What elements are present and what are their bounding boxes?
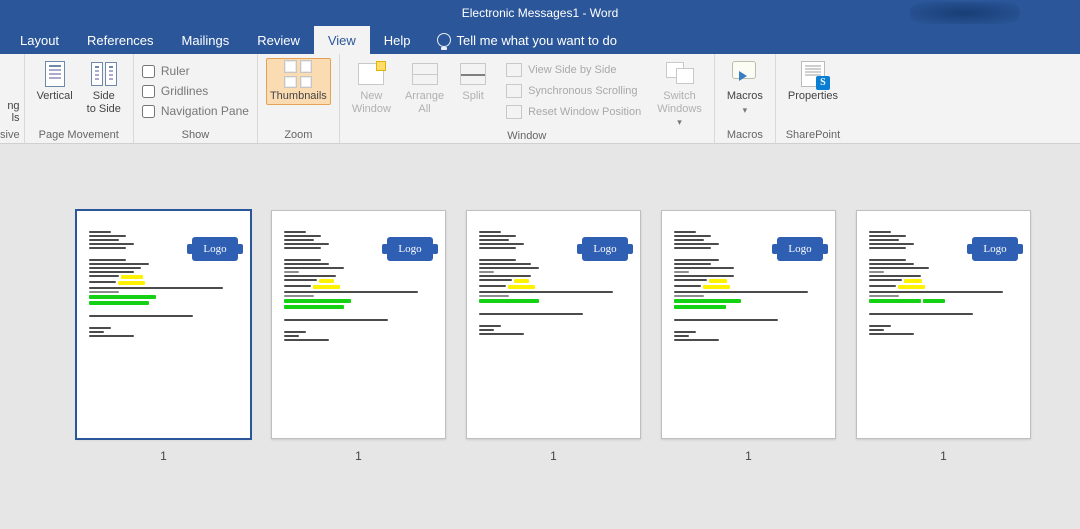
truncated-group-label: sive — [0, 129, 20, 143]
reset-pos-icon — [506, 105, 522, 119]
document-title: Electronic Messages1 - Word — [462, 6, 619, 20]
split-label: Split — [462, 90, 483, 103]
logo-badge: Logo — [777, 237, 823, 261]
truncated-text-1: ng — [7, 100, 19, 112]
ribbon-group-macros: Macros ▾ Macros — [715, 54, 776, 143]
side-to-side-button[interactable]: Side to Side — [83, 58, 125, 117]
ribbon-group-show: Ruler Gridlines Navigation Pane Show — [134, 54, 258, 143]
thumbnail-col-4: Logo 1 — [661, 210, 836, 463]
logo-badge: Logo — [192, 237, 238, 261]
thumbnails-label: Thumbnails — [270, 90, 327, 103]
macros-group-label: Macros — [723, 129, 767, 143]
vertical-label: Vertical — [37, 90, 73, 103]
navpane-check-input[interactable] — [142, 105, 155, 118]
tell-me-search[interactable]: Tell me what you want to do — [425, 26, 617, 54]
side-to-side-label: Side to Side — [87, 90, 121, 115]
split-button[interactable]: Split — [454, 58, 492, 105]
sync-scroll-label: Synchronous Scrolling — [528, 85, 637, 97]
ribbon: ng ls sive Vertical Side to Side Page Mo… — [0, 54, 1080, 144]
vertical-button[interactable]: Vertical — [33, 58, 77, 105]
show-group-label: Show — [142, 129, 249, 143]
thumbnails-icon — [284, 60, 312, 88]
arrange-all-icon — [411, 60, 439, 88]
ruler-label: Ruler — [161, 64, 190, 78]
ruler-check-input[interactable] — [142, 65, 155, 78]
side-by-side-icon — [506, 63, 522, 77]
thumbnail-strip: Logo 1 Logo — [0, 144, 1080, 463]
logo-badge: Logo — [972, 237, 1018, 261]
tab-references[interactable]: References — [73, 26, 167, 54]
gridlines-check-input[interactable] — [142, 85, 155, 98]
reset-window-pos-button: Reset Window Position — [504, 103, 643, 121]
titlebar-smudge — [910, 2, 1020, 24]
side-to-side-icon — [90, 60, 118, 88]
ruler-checkbox[interactable]: Ruler — [142, 62, 190, 80]
page-number-5: 1 — [940, 449, 947, 463]
arrange-all-button[interactable]: Arrange All — [401, 58, 448, 117]
properties-label: Properties — [788, 90, 838, 103]
page-thumbnail-3[interactable]: Logo — [466, 210, 641, 439]
page-number-1: 1 — [160, 449, 167, 463]
macros-button[interactable]: Macros ▾ — [723, 58, 767, 117]
page-thumbnail-2[interactable]: Logo — [271, 210, 446, 439]
zoom-group-label: Zoom — [266, 129, 331, 143]
lightbulb-icon — [437, 33, 451, 47]
tab-view[interactable]: View — [314, 26, 370, 54]
page-number-2: 1 — [355, 449, 362, 463]
new-window-icon — [357, 60, 385, 88]
truncated-text-2: ls — [12, 112, 20, 124]
page-thumbnail-4[interactable]: Logo — [661, 210, 836, 439]
navpane-checkbox[interactable]: Navigation Pane — [142, 102, 249, 120]
macros-icon — [731, 60, 759, 88]
thumbnail-col-5: Logo 1 — [856, 210, 1031, 463]
switch-windows-button[interactable]: Switch Windows ▾ — [653, 58, 706, 130]
gridlines-checkbox[interactable]: Gridlines — [142, 82, 208, 100]
switch-windows-icon — [666, 60, 694, 88]
properties-button[interactable]: Properties — [784, 58, 842, 105]
gridlines-label: Gridlines — [161, 84, 208, 98]
tab-review[interactable]: Review — [243, 26, 314, 54]
ribbon-group-truncated: ng ls sive — [0, 54, 25, 143]
thumbnail-col-1: Logo 1 — [76, 210, 251, 463]
page-number-3: 1 — [550, 449, 557, 463]
chevron-down-icon: ▾ — [743, 105, 748, 115]
split-icon — [459, 60, 487, 88]
thumbnail-col-2: Logo 1 — [271, 210, 446, 463]
tab-layout[interactable]: Layout — [6, 26, 73, 54]
vertical-icon — [41, 60, 69, 88]
navpane-label: Navigation Pane — [161, 104, 249, 118]
chevron-down-icon: ▾ — [677, 117, 682, 127]
thumbnails-button[interactable]: Thumbnails — [266, 58, 331, 105]
switch-windows-label: Switch Windows — [657, 90, 702, 115]
page-thumbnail-1[interactable]: Logo — [76, 210, 251, 439]
title-bar: Electronic Messages1 - Word — [0, 0, 1080, 26]
logo-badge: Logo — [582, 237, 628, 261]
arrange-all-label: Arrange All — [405, 90, 444, 115]
window-group-label: Window — [348, 130, 706, 144]
thumbnail-canvas[interactable]: Logo 1 Logo — [0, 144, 1080, 529]
new-window-label: New Window — [352, 90, 391, 115]
page-number-4: 1 — [745, 449, 752, 463]
side-by-side-label: View Side by Side — [528, 64, 616, 76]
thumbnail-col-3: Logo 1 — [466, 210, 641, 463]
tell-me-placeholder: Tell me what you want to do — [457, 33, 617, 48]
ribbon-group-zoom: Thumbnails Zoom — [258, 54, 340, 143]
ribbon-tabs: Layout References Mailings Review View H… — [0, 26, 1080, 54]
sharepoint-group-label: SharePoint — [784, 129, 842, 143]
page-movement-group-label: Page Movement — [33, 129, 125, 143]
sync-scrolling-button: Synchronous Scrolling — [504, 82, 643, 100]
ribbon-group-sharepoint: Properties SharePoint — [776, 54, 850, 143]
tab-mailings[interactable]: Mailings — [168, 26, 244, 54]
macros-label: Macros — [727, 90, 763, 103]
ribbon-group-page-movement: Vertical Side to Side Page Movement — [25, 54, 134, 143]
sync-scroll-icon — [506, 84, 522, 98]
properties-icon — [799, 60, 827, 88]
view-side-by-side-button: View Side by Side — [504, 61, 643, 79]
tab-help[interactable]: Help — [370, 26, 425, 54]
new-window-button[interactable]: New Window — [348, 58, 395, 117]
reset-pos-label: Reset Window Position — [528, 106, 641, 118]
logo-badge: Logo — [387, 237, 433, 261]
page-thumbnail-5[interactable]: Logo — [856, 210, 1031, 439]
ribbon-group-window: New Window Arrange All Split View Side b… — [340, 54, 715, 143]
